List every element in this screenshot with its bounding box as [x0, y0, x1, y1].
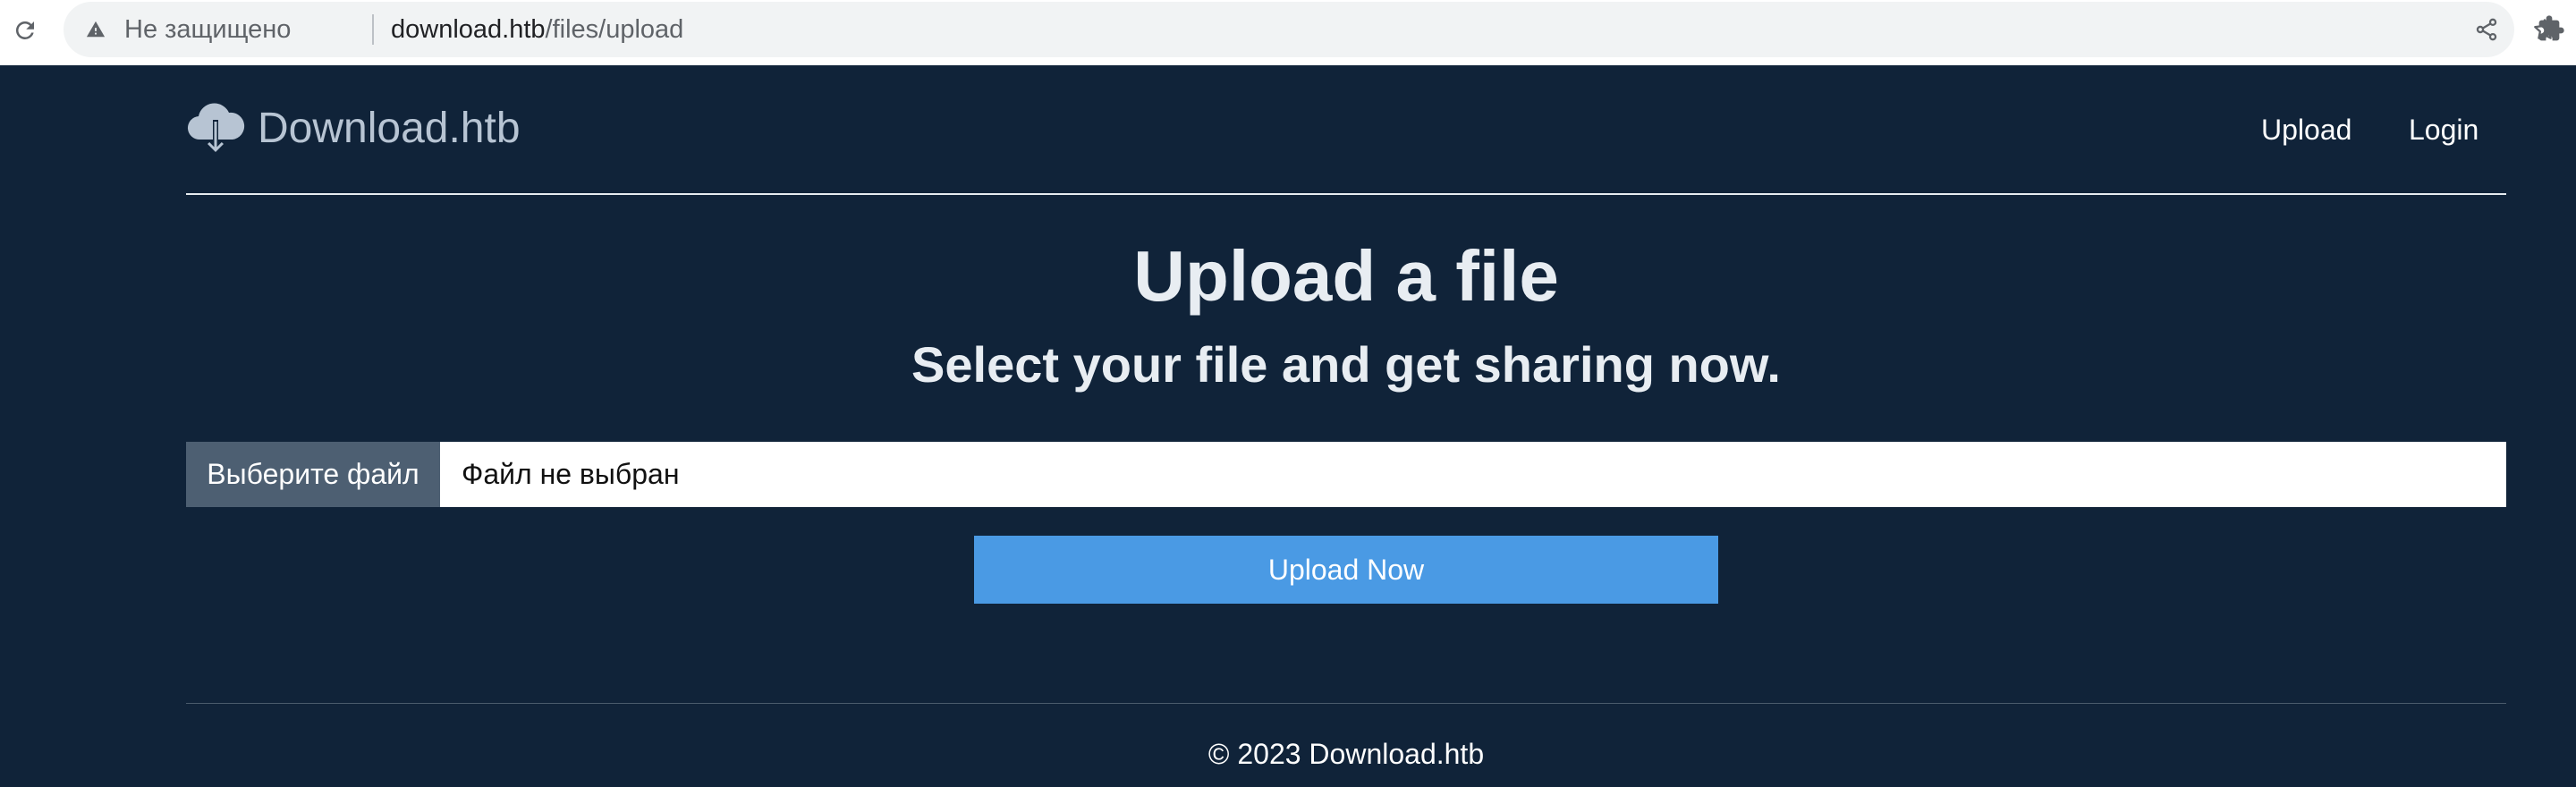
page-body: Download.htb Upload Login Upload a file … — [0, 65, 2576, 787]
file-status-text[interactable]: Файл не выбран — [440, 442, 2506, 507]
page-title: Upload a file — [1133, 236, 1559, 316]
url-path: /files/upload — [545, 15, 684, 44]
nav-upload-link[interactable]: Upload — [2261, 110, 2351, 149]
browser-toolbar: Не защищено download.htb/files/upload — [0, 0, 2576, 65]
cloud-download-icon — [187, 103, 245, 154]
address-bar[interactable]: Не защищено download.htb/files/upload — [64, 2, 2555, 57]
site-name: Download.htb — [258, 104, 521, 152]
upload-now-button[interactable]: Upload Now — [974, 536, 1718, 604]
url-host: download.htb — [391, 15, 546, 44]
nav-login-link[interactable]: Login — [2409, 110, 2479, 149]
footer-copyright: © 2023 Download.htb — [1208, 738, 1485, 770]
url-divider — [372, 14, 374, 45]
share-icon[interactable] — [2470, 13, 2504, 47]
site-logo[interactable]: Download.htb — [186, 97, 521, 159]
url-text[interactable]: download.htb/files/upload — [391, 2, 683, 57]
warning-icon[interactable] — [85, 19, 106, 40]
security-label[interactable]: Не защищено — [124, 2, 291, 57]
page-subtitle: Select your file and get sharing now. — [911, 336, 1781, 393]
file-input[interactable]: Выберите файл Файл не выбран — [186, 442, 2506, 507]
choose-file-button[interactable]: Выберите файл — [186, 442, 440, 507]
footer-divider — [186, 703, 2506, 704]
header-divider — [186, 193, 2506, 195]
puzzle-icon[interactable] — [2533, 11, 2569, 47]
reload-icon[interactable] — [7, 13, 43, 48]
